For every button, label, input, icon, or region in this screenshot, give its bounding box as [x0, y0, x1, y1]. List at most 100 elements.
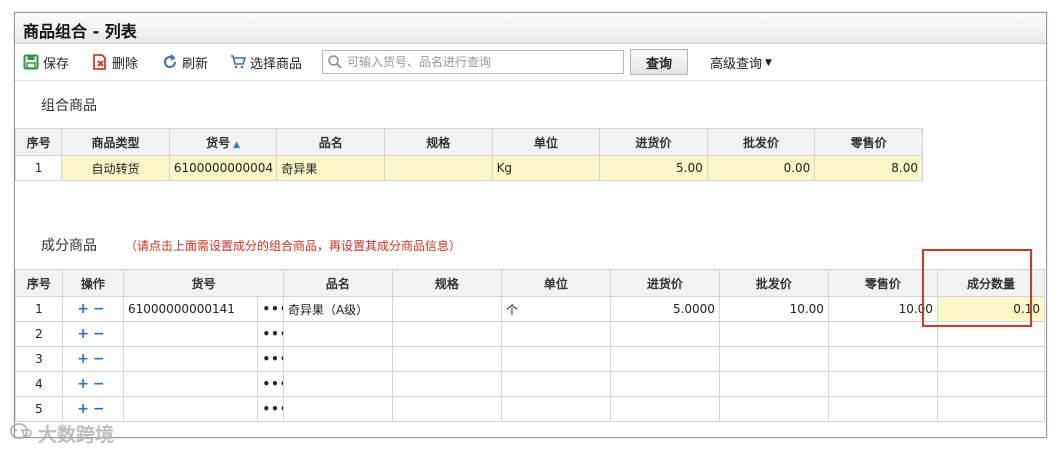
table-row[interactable]: 4 +− •••	[15, 371, 1046, 397]
col-code-label: 货号	[206, 135, 231, 150]
col-action: 操作	[61, 269, 124, 297]
cell-spec[interactable]	[391, 346, 502, 372]
add-row-icon[interactable]: +	[77, 351, 93, 367]
refresh-icon	[162, 54, 178, 70]
col-seq: 序号	[15, 269, 63, 297]
more-button[interactable]: •••	[257, 371, 284, 397]
cell-purchase[interactable]	[609, 396, 720, 422]
more-button[interactable]: •••	[257, 296, 284, 322]
add-row-icon[interactable]: +	[77, 301, 93, 317]
col-wholesale: 批发价	[718, 269, 829, 297]
cell-spec[interactable]	[391, 296, 502, 322]
remove-row-icon[interactable]: −	[93, 376, 109, 392]
select-product-button[interactable]: 选择商品	[230, 52, 302, 72]
cell-wholesale[interactable]: 10.00	[718, 296, 829, 322]
cell-name[interactable]	[282, 396, 393, 422]
delete-button[interactable]: 删除	[92, 52, 138, 72]
save-button[interactable]: 保存	[23, 52, 69, 72]
remove-row-icon[interactable]: −	[93, 401, 109, 417]
delete-icon	[92, 54, 108, 70]
advanced-query-dropdown[interactable]: 高级查询 ▼	[710, 53, 772, 72]
cell-purchase[interactable]	[609, 346, 720, 372]
table-row[interactable]: 1 +− 61000000000141 ••• 奇异果（A级） 个 5.0000…	[15, 296, 1046, 322]
cell-retail[interactable]	[827, 346, 938, 372]
highlight-box-qty	[922, 249, 1032, 327]
watermark-text: 大数跨境	[38, 424, 115, 446]
cell-wholesale[interactable]	[718, 346, 829, 372]
more-button[interactable]: •••	[257, 346, 284, 372]
caret-down-icon: ▼	[765, 57, 772, 68]
watermark: 大数跨境	[10, 420, 114, 447]
cell-qty[interactable]	[936, 346, 1046, 372]
component-header-row: 序号 操作 货号 品名 规格 单位 进货价 批发价 零售价 成分数量	[15, 269, 1046, 297]
cell-name[interactable]	[282, 321, 393, 347]
remove-row-icon[interactable]: −	[93, 301, 109, 317]
more-button[interactable]: •••	[257, 396, 284, 422]
cell-retail[interactable]	[827, 371, 938, 397]
col-code[interactable]: 货号 ▲	[168, 128, 278, 156]
cell-unit[interactable]	[500, 346, 611, 372]
cell-purchase[interactable]: 5.0000	[609, 296, 720, 322]
cell-code[interactable]	[122, 321, 259, 347]
cell-spec[interactable]	[383, 155, 493, 181]
cell-seq: 4	[15, 371, 63, 397]
table-row[interactable]: 5 +− •••	[15, 396, 1046, 422]
cell-name[interactable]: 奇异果（A级）	[282, 296, 393, 322]
cell-qty[interactable]	[936, 396, 1046, 422]
cell-retail[interactable]: 8.00	[814, 155, 923, 181]
cell-name[interactable]	[282, 371, 393, 397]
add-row-icon[interactable]: +	[77, 401, 93, 417]
col-seq: 序号	[15, 128, 63, 156]
cell-name[interactable]	[282, 346, 393, 372]
cell-code[interactable]	[122, 371, 259, 397]
cell-code[interactable]: 61000000000141	[122, 296, 259, 322]
save-label: 保存	[43, 56, 70, 72]
main-window: 商品组合 - 列表 保存 删除 刷新 选择商品 可输入货号、品名进行查询 查询 …	[14, 12, 1047, 438]
cell-wholesale[interactable]	[718, 321, 829, 347]
cell-spec[interactable]	[391, 371, 502, 397]
cell-unit[interactable]	[500, 371, 611, 397]
cell-unit[interactable]	[500, 396, 611, 422]
cell-name[interactable]: 奇异果	[276, 155, 385, 181]
cell-code[interactable]	[122, 396, 259, 422]
cell-retail[interactable]	[827, 396, 938, 422]
cell-action: +−	[61, 321, 124, 347]
more-button[interactable]: •••	[257, 321, 284, 347]
cell-seq: 3	[15, 346, 63, 372]
cell-qty[interactable]	[936, 371, 1046, 397]
cell-type[interactable]: 自动转货	[61, 155, 170, 181]
query-button[interactable]: 查询	[630, 49, 688, 75]
col-wholesale: 批发价	[706, 128, 816, 156]
advanced-query-label: 高级查询	[710, 57, 763, 72]
cell-unit[interactable]	[500, 321, 611, 347]
table-row[interactable]: 3 +− •••	[15, 346, 1046, 372]
cell-spec[interactable]	[391, 321, 502, 347]
toolbar: 保存 删除 刷新 选择商品 查询 高级查询	[15, 44, 1046, 81]
cell-wholesale[interactable]	[718, 396, 829, 422]
add-row-icon[interactable]: +	[77, 376, 93, 392]
col-name: 品名	[276, 128, 385, 156]
cell-purchase[interactable]	[609, 321, 720, 347]
table-row[interactable]: 1 自动转货 6100000000004 奇异果 Kg 5.00 0.00 8.…	[15, 155, 923, 181]
refresh-button[interactable]: 刷新	[162, 52, 208, 72]
cell-wholesale[interactable]	[718, 371, 829, 397]
search-input[interactable]	[343, 55, 621, 69]
cell-action: +−	[61, 296, 124, 322]
col-purchase: 进货价	[599, 128, 708, 156]
cell-unit[interactable]: Kg	[491, 155, 601, 181]
cell-code[interactable]: 6100000000004	[168, 155, 278, 181]
cell-unit[interactable]: 个	[500, 296, 611, 322]
remove-row-icon[interactable]: −	[93, 351, 109, 367]
cell-purchase[interactable]: 5.00	[599, 155, 708, 181]
save-icon	[23, 54, 39, 70]
remove-row-icon[interactable]: −	[93, 326, 109, 342]
add-row-icon[interactable]: +	[77, 326, 93, 342]
cell-code[interactable]	[122, 346, 259, 372]
cell-spec[interactable]	[391, 396, 502, 422]
cell-purchase[interactable]	[609, 371, 720, 397]
table-row[interactable]: 2 +− •••	[15, 321, 1046, 347]
component-table: 序号 操作 货号 品名 规格 单位 进货价 批发价 零售价 成分数量 1 +− …	[15, 269, 1046, 422]
cell-action: +−	[61, 346, 124, 372]
col-purchase: 进货价	[609, 269, 720, 297]
cell-wholesale[interactable]: 0.00	[706, 155, 816, 181]
